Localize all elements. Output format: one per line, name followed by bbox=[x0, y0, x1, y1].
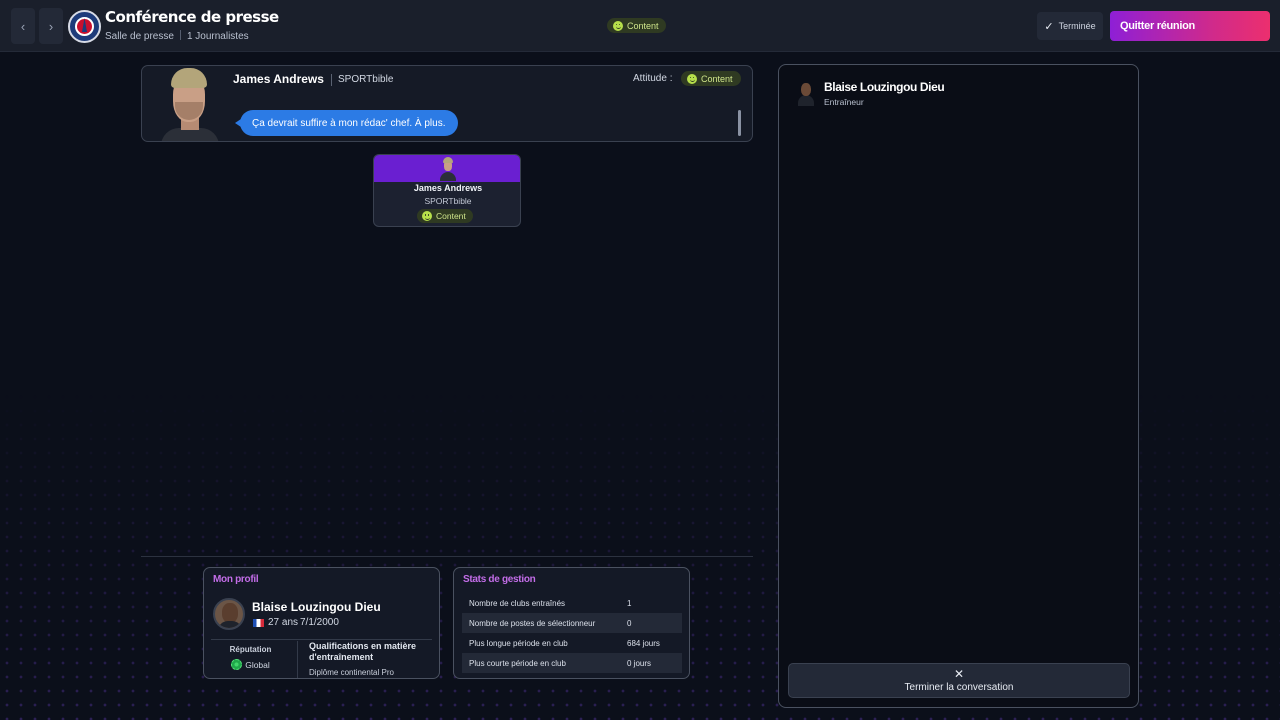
stat-value: 0 bbox=[627, 618, 632, 628]
flag-france-icon bbox=[253, 619, 264, 627]
coach-avatar bbox=[798, 82, 814, 106]
conversation-panel: Blaise Louzingou Dieu Entraîneur ✕ Termi… bbox=[778, 64, 1139, 708]
chevron-left-icon: ‹ bbox=[20, 18, 26, 34]
speaker-name: James Andrews bbox=[233, 72, 324, 86]
page-subtitle: Salle de presse 1 Journalistes bbox=[105, 30, 249, 42]
table-row: Plus courte période en club 0 jours bbox=[462, 653, 682, 673]
smiley-icon bbox=[422, 211, 432, 221]
stat-label: Plus courte période en club bbox=[469, 658, 566, 668]
profile-title: Mon profil bbox=[213, 574, 259, 585]
close-icon: ✕ bbox=[953, 667, 965, 681]
profile-divider bbox=[211, 639, 432, 640]
stat-label: Nombre de clubs entraînés bbox=[469, 598, 566, 608]
journalist-outlet: SPORTbible bbox=[424, 196, 472, 206]
stat-label: Plus longue période en club bbox=[469, 638, 568, 648]
journalist-mood: Content bbox=[436, 211, 466, 221]
status-badge: Content bbox=[607, 18, 666, 33]
reputation-text: Global bbox=[245, 659, 270, 670]
table-row: Plus longue période en club 684 jours bbox=[462, 633, 682, 653]
globe-icon bbox=[231, 659, 243, 670]
attitude-value: Content bbox=[701, 73, 733, 84]
speech-card: James Andrews SPORTbible Attitude : Cont… bbox=[141, 65, 753, 142]
speech-bubble: Ça devrait suffire à mon rédac' chef. À … bbox=[235, 110, 458, 136]
stat-label: Nombre de postes de sélectionneur bbox=[469, 618, 596, 628]
status-badge-label: Content bbox=[627, 20, 659, 31]
avatar bbox=[213, 598, 245, 630]
journalist-portrait bbox=[161, 68, 219, 141]
stat-value: 0 jours bbox=[627, 658, 652, 668]
attitude-badge: Content bbox=[681, 71, 741, 86]
qualifications-value: Diplôme continental Pro bbox=[309, 668, 394, 677]
stats-table: Nombre de clubs entraînés 1 Nombre de po… bbox=[462, 593, 682, 673]
profile-dob: 7/1/2000 bbox=[300, 617, 339, 628]
speaker-divider bbox=[331, 74, 332, 86]
table-row: Nombre de postes de sélectionneur 0 bbox=[462, 613, 682, 633]
quit-meeting-button[interactable]: Quitter réunion bbox=[1110, 11, 1270, 41]
section-divider bbox=[141, 556, 753, 557]
journalist-card[interactable]: James Andrews SPORTbible Content bbox=[373, 154, 521, 227]
journalist-mood-badge: Content bbox=[417, 209, 473, 223]
back-button[interactable]: ‹ bbox=[11, 8, 35, 44]
stats-card: Stats de gestion Nombre de clubs entraîn… bbox=[453, 567, 690, 679]
club-crest-icon bbox=[68, 10, 101, 43]
qualifications-label: Qualifications en matière d'entraînement bbox=[309, 641, 417, 662]
stat-value: 684 jours bbox=[627, 638, 660, 648]
smiley-icon bbox=[613, 20, 623, 31]
journalist-avatar bbox=[440, 157, 456, 181]
done-button[interactable]: ✓ Terminée bbox=[1037, 12, 1103, 40]
check-icon: ✓ bbox=[1044, 20, 1054, 33]
reputation-value: Global bbox=[204, 659, 297, 670]
chevron-right-icon: › bbox=[48, 18, 54, 34]
speaker-outlet: SPORTbible bbox=[338, 74, 394, 85]
subtitle-count: 1 Journalistes bbox=[186, 31, 249, 42]
forward-button[interactable]: › bbox=[39, 8, 63, 44]
reputation-label: Réputation bbox=[229, 645, 272, 654]
profile-name: Blaise Louzingou Dieu bbox=[252, 600, 381, 614]
profile-age: 27 ans bbox=[268, 617, 299, 628]
journalist-card-header bbox=[374, 155, 520, 182]
table-row: Nombre de clubs entraînés 1 bbox=[462, 593, 682, 613]
top-bar: ‹ › Conférence de presse Salle de presse… bbox=[0, 0, 1280, 52]
coach-role: Entraîneur bbox=[824, 97, 864, 107]
end-conversation-label: Terminer la conversation bbox=[904, 682, 1014, 693]
subtitle-location: Salle de presse bbox=[105, 31, 174, 42]
end-conversation-button[interactable]: ✕ Terminer la conversation bbox=[788, 663, 1130, 698]
profile-column-divider bbox=[297, 641, 298, 678]
attitude-label: Attitude : bbox=[633, 73, 673, 84]
smiley-icon bbox=[687, 73, 697, 84]
journalist-name: James Andrews bbox=[413, 183, 483, 193]
stats-title: Stats de gestion bbox=[463, 574, 536, 585]
done-button-label: Terminée bbox=[1058, 21, 1096, 31]
coach-name: Blaise Louzingou Dieu bbox=[824, 80, 945, 94]
page-title: Conférence de presse bbox=[105, 8, 279, 26]
stat-value: 1 bbox=[627, 598, 632, 608]
profile-card: Mon profil Blaise Louzingou Dieu 27 ans … bbox=[203, 567, 440, 679]
speech-scrollbar[interactable] bbox=[738, 110, 741, 136]
